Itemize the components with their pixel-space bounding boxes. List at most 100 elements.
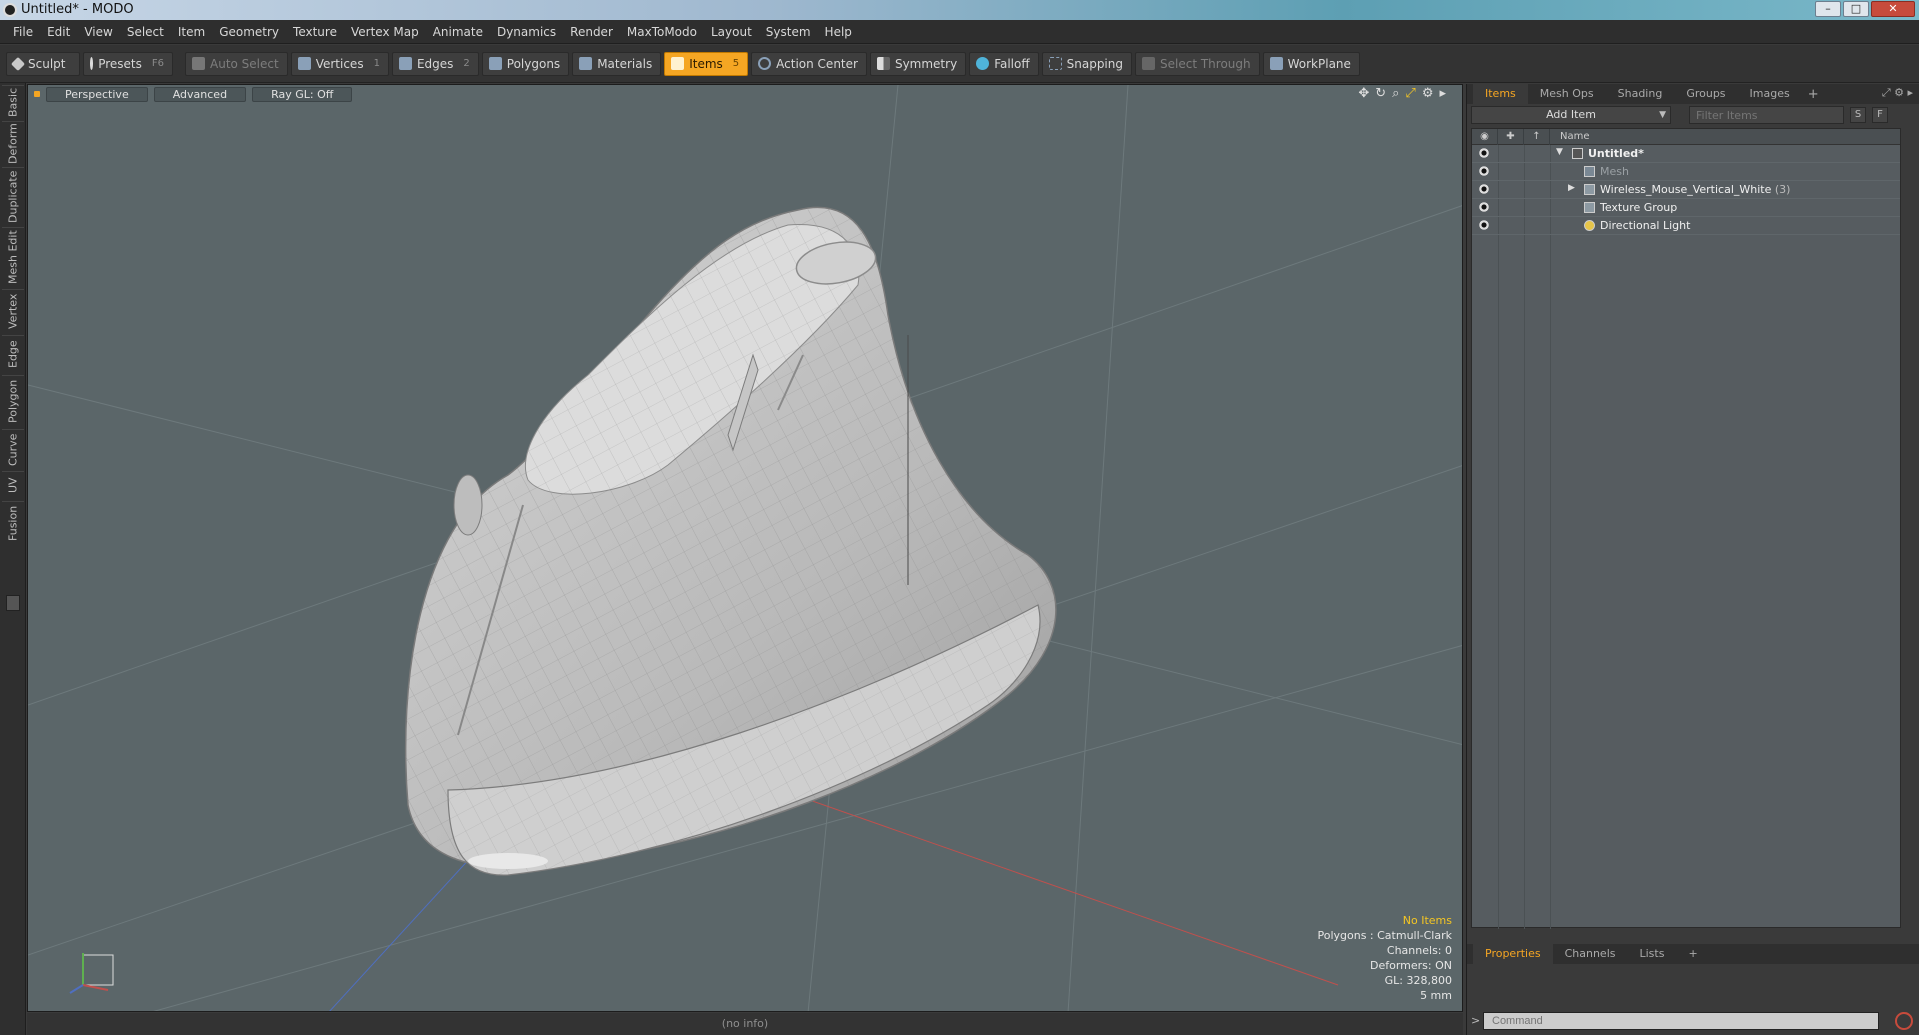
command-input[interactable]: [1483, 1012, 1879, 1030]
eye-icon[interactable]: [1478, 148, 1490, 158]
visibility-col-icon[interactable]: ◉: [1472, 129, 1498, 145]
minimize-button[interactable]: –: [1815, 1, 1841, 17]
menu-layout[interactable]: Layout: [704, 25, 759, 39]
tab-properties[interactable]: Properties: [1473, 944, 1553, 964]
menu-help[interactable]: Help: [818, 25, 859, 39]
filter-f-button[interactable]: F: [1872, 107, 1888, 123]
3d-viewport[interactable]: Perspective Advanced Ray GL: Off ✥ ↻ ⌕ ⤢…: [27, 84, 1463, 1012]
filter-items-input[interactable]: [1689, 106, 1844, 124]
materials-button[interactable]: Materials: [572, 51, 662, 76]
menu-geometry[interactable]: Geometry: [212, 25, 286, 39]
items-icon: [671, 57, 685, 70]
tab-deform[interactable]: Deform: [2, 121, 24, 165]
tab-fusion[interactable]: Fusion: [2, 501, 24, 545]
tab-images[interactable]: Images: [1738, 84, 1802, 104]
items-button[interactable]: Items 5: [664, 51, 749, 76]
tab-items[interactable]: Items: [1473, 84, 1528, 104]
name-column-header[interactable]: Name: [1560, 129, 1590, 145]
select-through-button[interactable]: Select Through: [1135, 51, 1260, 76]
tree-item-scene[interactable]: ▼ Untitled*: [1472, 145, 1900, 163]
symmetry-button[interactable]: Symmetry: [869, 51, 967, 76]
vertices-button[interactable]: Vertices 1: [290, 51, 389, 76]
tab-channels[interactable]: Channels: [1553, 944, 1628, 964]
tree-header: ◉ ✚ ↑ Name: [1472, 129, 1900, 145]
properties-panel-tabs: Properties Channels Lists +: [1467, 944, 1919, 964]
edges-button[interactable]: Edges 2: [391, 51, 479, 76]
zoom-icon[interactable]: ⌕: [1392, 86, 1399, 101]
rotate-icon[interactable]: ↻: [1375, 86, 1386, 101]
auto-select-button[interactable]: Auto Select: [185, 51, 288, 76]
presets-icon: [90, 57, 94, 70]
menu-system[interactable]: System: [759, 25, 818, 39]
menu-maxtomodo[interactable]: MaxToModo: [620, 25, 704, 39]
add-tab-icon[interactable]: +: [1802, 87, 1825, 102]
info-bar: (no info): [27, 1013, 1463, 1035]
tab-polygon[interactable]: Polygon: [2, 375, 24, 427]
tree-item-mesh[interactable]: Mesh: [1472, 163, 1900, 181]
tab-shading[interactable]: Shading: [1606, 84, 1675, 104]
viewport-settings-icon[interactable]: ⚙: [1422, 86, 1434, 101]
tree-item-mouse-group[interactable]: ▶ Wireless_Mouse_Vertical_White (3): [1472, 181, 1900, 199]
menu-edit[interactable]: Edit: [40, 25, 77, 39]
workplane-button[interactable]: WorkPlane: [1262, 51, 1360, 76]
tab-curve[interactable]: Curve: [2, 429, 24, 469]
menu-select[interactable]: Select: [120, 25, 171, 39]
presets-button[interactable]: Presets F6: [83, 51, 173, 76]
viewport-stats: No Items Polygons : Catmull-Clark Channe…: [1317, 913, 1452, 1003]
polygons-button[interactable]: Polygons: [481, 51, 570, 76]
x-axis-line: [737, 774, 1339, 986]
collapse-arrow-icon[interactable]: ▼: [1556, 147, 1563, 157]
pan-icon[interactable]: ✥: [1358, 86, 1369, 101]
falloff-icon: [976, 57, 990, 70]
menu-animate[interactable]: Animate: [426, 25, 490, 39]
menu-dynamics[interactable]: Dynamics: [490, 25, 563, 39]
panel-options-icon[interactable]: ⤢ ⚙ ▸: [1882, 86, 1913, 100]
stat-channels: Channels: 0: [1386, 944, 1452, 957]
tree-item-texture-group[interactable]: Texture Group: [1472, 199, 1900, 217]
command-history-button[interactable]: [1895, 1012, 1913, 1030]
action-center-button[interactable]: Action Center: [751, 51, 867, 76]
falloff-button[interactable]: Falloff: [969, 51, 1039, 76]
sculpt-button[interactable]: Sculpt: [6, 51, 80, 76]
menu-vertex-map[interactable]: Vertex Map: [344, 25, 426, 39]
tab-uv[interactable]: UV: [2, 471, 24, 499]
menu-view[interactable]: View: [77, 25, 119, 39]
filter-s-button[interactable]: S: [1850, 107, 1866, 123]
maximize-button[interactable]: □: [1843, 1, 1869, 17]
eye-icon[interactable]: [1478, 166, 1490, 176]
eye-icon[interactable]: [1478, 220, 1490, 230]
tab-mesh-edit[interactable]: Mesh Edit: [2, 227, 24, 287]
tab-groups[interactable]: Groups: [1674, 84, 1737, 104]
stat-gl: GL: 328,800: [1384, 974, 1452, 987]
snapping-button[interactable]: Snapping: [1041, 51, 1132, 76]
view-type-dropdown[interactable]: Perspective: [46, 86, 148, 102]
tree-item-directional-light[interactable]: Directional Light: [1472, 217, 1900, 235]
close-button[interactable]: ✕: [1871, 1, 1915, 17]
menu-file[interactable]: File: [6, 25, 40, 39]
viewport-menu-dot[interactable]: [34, 91, 40, 97]
menu-texture[interactable]: Texture: [286, 25, 344, 39]
viewport-more-icon[interactable]: ▸: [1439, 86, 1446, 101]
tab-vertex[interactable]: Vertex: [2, 289, 24, 333]
scene-icon: [1572, 148, 1583, 159]
workplane-icon: [1269, 57, 1283, 70]
eye-icon[interactable]: [1478, 202, 1490, 212]
eye-icon[interactable]: [1478, 184, 1490, 194]
shading-dropdown[interactable]: Advanced: [153, 86, 247, 102]
tab-duplicate[interactable]: Duplicate: [2, 167, 24, 225]
tab-basic[interactable]: Basic: [2, 85, 24, 119]
lock-col-icon[interactable]: ✚: [1498, 129, 1524, 145]
symmetry-icon: [876, 57, 890, 70]
palette-toggle[interactable]: [6, 595, 20, 611]
tab-mesh-ops[interactable]: Mesh Ops: [1528, 84, 1606, 104]
maximize-viewport-icon[interactable]: ⤢: [1405, 86, 1415, 101]
menu-item[interactable]: Item: [171, 25, 212, 39]
expand-arrow-icon[interactable]: ▶: [1568, 183, 1575, 193]
render-col-icon[interactable]: ↑: [1524, 129, 1550, 145]
menu-render[interactable]: Render: [563, 25, 620, 39]
add-tab-icon[interactable]: +: [1676, 944, 1709, 964]
tab-edge[interactable]: Edge: [2, 335, 24, 373]
raygl-dropdown[interactable]: Ray GL: Off: [252, 86, 353, 102]
tab-lists[interactable]: Lists: [1628, 944, 1677, 964]
add-item-dropdown[interactable]: Add Item ▼: [1471, 106, 1671, 124]
